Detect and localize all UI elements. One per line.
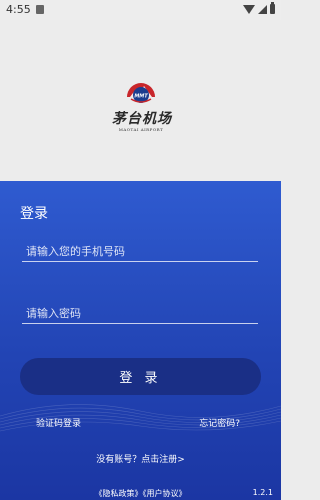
agreement-links: 《隐私政策》《用户协议》 — [0, 488, 281, 499]
status-bar: 4:55 — [0, 0, 281, 20]
login-title: 登录 — [20, 206, 48, 222]
sms-login-link[interactable]: 验证码登录 — [36, 416, 81, 429]
user-agreement-link[interactable]: 《用户协议》 — [143, 489, 187, 498]
battery-icon — [270, 2, 275, 14]
login-panel: 登录 登 录 验证码登录 忘记密码? 没有账号？点击注册> 《隐私政策》《用户协… — [0, 181, 281, 500]
register-link[interactable]: 没有账号？点击注册> — [0, 452, 281, 465]
forgot-password-link[interactable]: 忘记密码? — [199, 416, 240, 429]
app-version: 1.2.1 — [252, 488, 273, 497]
emblem-text: MMT — [134, 94, 148, 100]
notification-icon — [36, 5, 44, 14]
phone-input[interactable] — [22, 241, 258, 262]
airport-name-en: MAOTAI AIRPORT — [118, 127, 164, 132]
password-input[interactable] — [22, 303, 258, 324]
logo-area: MMT 茅台机场 MAOTAI AIRPORT — [0, 20, 281, 181]
airport-logo-emblem: MMT — [127, 83, 155, 103]
phone-field — [22, 240, 258, 262]
wifi-icon — [243, 4, 255, 14]
password-field — [22, 302, 258, 324]
login-button[interactable]: 登 录 — [20, 358, 261, 395]
signal-icon — [258, 4, 267, 14]
status-icons — [243, 2, 275, 14]
status-time: 4:55 — [6, 3, 31, 16]
airport-name-cn: 茅台机场 — [112, 111, 172, 127]
privacy-policy-link[interactable]: 《隐私政策》 — [95, 489, 143, 498]
